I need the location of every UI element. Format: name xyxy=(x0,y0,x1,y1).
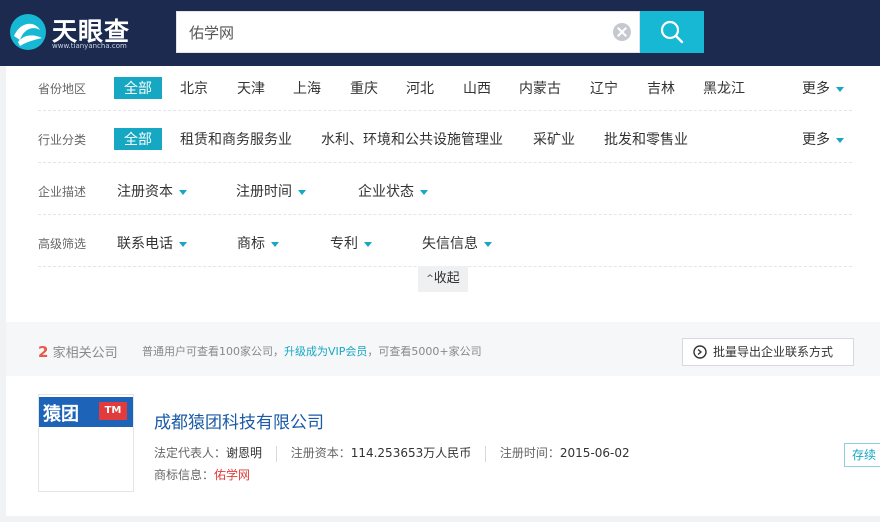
filter-label: 省份地区 xyxy=(38,82,87,96)
dropdown-label: 商标 xyxy=(237,236,265,252)
filter-option[interactable]: 采矿业 xyxy=(533,129,575,149)
hint-text: ，可查看5000+家公司 xyxy=(367,345,482,358)
filter-row-advanced: 高级筛选 联系电话 商标 专利 失信信息 xyxy=(38,215,852,267)
filter-option[interactable]: 辽宁 xyxy=(590,78,618,98)
company-logo[interactable]: 猿团 TM xyxy=(38,394,134,492)
company-logo-banner: 猿团 TM xyxy=(39,397,133,427)
result-count: 2 家相关公司 xyxy=(38,342,118,361)
trademark-value: 佑学网 xyxy=(214,468,251,482)
filter-option[interactable]: 河北 xyxy=(406,78,434,98)
trademark-info: 商标信息：佑学网 xyxy=(154,466,250,483)
site-logo[interactable]: 天眼查 www.tianyancha.com xyxy=(8,10,148,54)
chevron-down-icon xyxy=(298,189,306,195)
reg-date-label: 注册时间： xyxy=(499,446,560,460)
trademark-badge: TM xyxy=(99,402,127,420)
legal-rep-label: 法定代表人： xyxy=(154,446,227,460)
dropdown-registration-date[interactable]: 注册时间 xyxy=(236,181,306,201)
dropdown-phone[interactable]: 联系电话 xyxy=(117,233,187,253)
filter-label: 企业描述 xyxy=(38,185,87,199)
clear-icon[interactable] xyxy=(613,23,631,41)
result-count-suffix: 家相关公司 xyxy=(52,346,118,361)
dropdown-dishonesty[interactable]: 失信信息 xyxy=(422,233,492,253)
filter-label: 高级筛选 xyxy=(38,237,87,251)
filter-option[interactable]: 批发和零售业 xyxy=(604,129,688,149)
export-icon xyxy=(693,345,707,359)
dropdown-label: 联系电话 xyxy=(117,236,173,252)
divider xyxy=(485,445,487,462)
company-meta: 法定代表人：谢恩明 注册资本：114.253653万人民币 注册时间：2015-… xyxy=(154,444,630,462)
filter-option[interactable]: 北京 xyxy=(180,78,208,98)
company-result-card: 猿团 TM 成都猿团科技有限公司 法定代表人：谢恩明 注册资本：114.2536… xyxy=(6,376,880,516)
chevron-down-icon xyxy=(836,137,844,143)
vip-upgrade-link[interactable]: 升级成为VIP会员 xyxy=(284,345,367,358)
company-logo-text: 猿团 xyxy=(43,404,79,425)
chevron-down-icon xyxy=(420,189,428,195)
more-label: 更多 xyxy=(802,81,830,97)
filter-row-region: 省份地区 全部 北京 天津 上海 重庆 河北 山西 内蒙古 辽宁 吉林 黑龙江 … xyxy=(38,66,852,111)
dropdown-label: 企业状态 xyxy=(358,184,414,200)
filter-option[interactable]: 租赁和商务服务业 xyxy=(180,129,292,149)
dropdown-label: 失信信息 xyxy=(422,236,478,252)
trademark-label: 商标信息： xyxy=(154,468,215,482)
result-count-number: 2 xyxy=(38,343,49,361)
top-navbar: 天眼查 www.tianyancha.com xyxy=(0,0,880,66)
dropdown-label: 专利 xyxy=(330,236,358,252)
more-dropdown[interactable]: 更多 xyxy=(802,78,844,98)
reg-date-value: 2015-06-02 xyxy=(559,446,630,460)
vip-hint: 普通用户可查看100家公司，升级成为VIP会员，可查看5000+家公司 xyxy=(142,343,482,359)
chevron-down-icon xyxy=(484,241,492,247)
dropdown-label: 注册时间 xyxy=(236,184,292,200)
capital-label: 注册资本： xyxy=(290,446,351,460)
logo-url: www.tianyancha.com xyxy=(52,42,127,50)
search-input[interactable] xyxy=(177,12,597,52)
dropdown-registered-capital[interactable]: 注册资本 xyxy=(117,181,187,201)
filter-option[interactable]: 重庆 xyxy=(350,78,378,98)
filter-option[interactable]: 上海 xyxy=(293,78,321,98)
more-dropdown[interactable]: 更多 xyxy=(802,129,844,149)
search-box xyxy=(176,11,640,53)
chevron-down-icon xyxy=(179,241,187,247)
dropdown-trademark[interactable]: 商标 xyxy=(237,233,279,253)
export-contacts-button[interactable]: 批量导出企业联系方式 xyxy=(682,338,854,366)
status-badge: 存续 xyxy=(844,443,880,467)
search-button[interactable] xyxy=(640,11,704,53)
chevron-down-icon xyxy=(271,241,279,247)
chevron-up-icon: ^ xyxy=(426,274,434,284)
more-label: 更多 xyxy=(802,132,830,148)
filter-option[interactable]: 内蒙古 xyxy=(519,78,561,98)
filter-option[interactable]: 山西 xyxy=(463,78,491,98)
chevron-down-icon xyxy=(364,241,372,247)
filter-option[interactable]: 黑龙江 xyxy=(703,78,745,98)
export-label: 批量导出企业联系方式 xyxy=(713,345,834,359)
dropdown-company-status[interactable]: 企业状态 xyxy=(358,181,428,201)
filter-option-all[interactable]: 全部 xyxy=(114,128,162,150)
filter-option[interactable]: 吉林 xyxy=(647,78,675,98)
filter-option[interactable]: 水利、环境和公共设施管理业 xyxy=(321,129,503,149)
capital-value: 114.253653万人民币 xyxy=(350,446,472,460)
chevron-down-icon xyxy=(836,86,844,92)
dropdown-patent[interactable]: 专利 xyxy=(330,233,372,253)
filter-label: 行业分类 xyxy=(38,133,87,147)
collapse-button[interactable]: ^收起 xyxy=(418,266,468,292)
chevron-down-icon xyxy=(179,189,187,195)
company-name-link[interactable]: 成都猿团科技有限公司 xyxy=(154,408,324,433)
dropdown-label: 注册资本 xyxy=(117,184,173,200)
search-icon xyxy=(660,20,684,44)
collapse-label: 收起 xyxy=(433,271,460,286)
filter-option-all[interactable]: 全部 xyxy=(114,77,162,99)
results-bar: 2 家相关公司 普通用户可查看100家公司，升级成为VIP会员，可查看5000+… xyxy=(6,322,880,376)
legal-rep-value[interactable]: 谢恩明 xyxy=(226,446,262,460)
filter-option[interactable]: 天津 xyxy=(237,78,265,98)
logo-wave-icon xyxy=(10,14,46,50)
hint-text: 普通用户可查看100家公司， xyxy=(142,345,284,358)
divider xyxy=(275,445,277,462)
filter-row-description: 企业描述 注册资本 注册时间 企业状态 xyxy=(38,163,852,215)
filter-row-industry: 行业分类 全部 租赁和商务服务业 水利、环境和公共设施管理业 采矿业 批发和零售… xyxy=(38,111,852,163)
